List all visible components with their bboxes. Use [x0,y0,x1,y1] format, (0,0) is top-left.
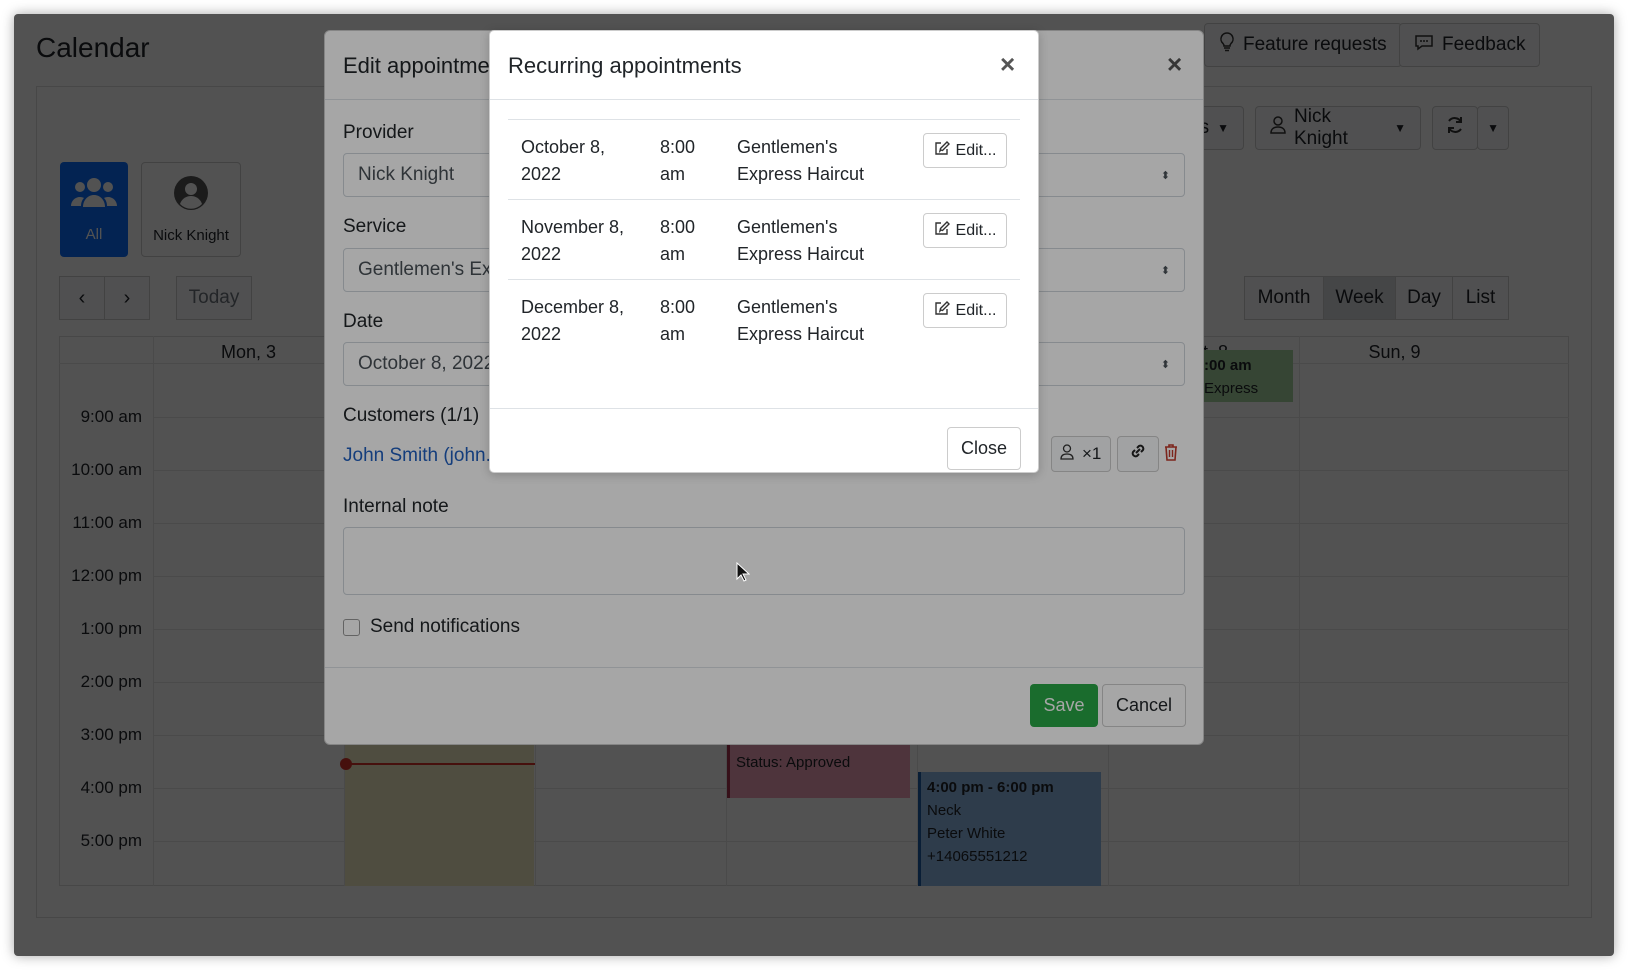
row-time-line: 8:00 [660,297,696,317]
row-date-line: October 8, [521,137,606,157]
close-button[interactable]: Close [947,427,1021,470]
recurring-modal-title: Recurring appointments [508,53,742,78]
row-time-line: 8:00 [660,217,696,237]
mouse-cursor-icon [736,561,751,587]
close-label: Close [960,438,1008,458]
row-date-line: November 8, [521,217,625,237]
row-time-line: 8:00 [660,137,696,157]
row-time-line: am [660,324,686,344]
recurring-row: December 8, 2022 8:00 am Gentlemen's Exp… [508,279,1020,359]
row-date-line: 2022 [521,244,562,264]
row-service-line: Gentlemen's [737,217,838,237]
row-service: Gentlemen's Express Haircut [737,214,864,268]
row-date: November 8, 2022 [521,214,641,268]
recurring-row: November 8, 2022 8:00 am Gentlemen's Exp… [508,199,1020,279]
row-time: 8:00 am [660,214,695,268]
close-icon[interactable]: × [1000,49,1015,80]
edit-icon [934,300,950,321]
row-date-line: 2022 [521,324,562,344]
row-date-line: December 8, [521,297,625,317]
edit-label: Edit... [955,301,997,319]
edit-label: Edit... [955,141,997,159]
row-time: 8:00 am [660,294,695,348]
edit-occurrence-button[interactable]: Edit... [923,133,1007,168]
divider [490,408,1038,409]
row-service-line: Express Haircut [737,244,865,264]
recurring-row: October 8, 2022 8:00 am Gentlemen's Expr… [508,119,1020,199]
row-service: Gentlemen's Express Haircut [737,134,864,188]
edit-occurrence-button[interactable]: Edit... [923,293,1007,328]
row-date: October 8, 2022 [521,134,641,188]
row-date-line: 2022 [521,164,562,184]
row-service-line: Gentlemen's [737,297,838,317]
divider [490,99,1038,100]
edit-label: Edit... [955,221,997,239]
row-time-line: am [660,244,686,264]
edit-icon [934,140,950,161]
row-time: 8:00 am [660,134,695,188]
row-date: December 8, 2022 [521,294,641,348]
edit-icon [934,220,950,241]
edit-occurrence-button[interactable]: Edit... [923,213,1007,248]
row-service-line: Gentlemen's [737,137,838,157]
row-service-line: Express Haircut [737,324,865,344]
row-time-line: am [660,164,686,184]
recurring-appointments-modal: Recurring appointments × October 8, 2022… [489,30,1039,473]
app-window: Calendar Feature requests Feedback All N… [14,14,1614,956]
row-service: Gentlemen's Express Haircut [737,294,864,348]
row-service-line: Express Haircut [737,164,865,184]
